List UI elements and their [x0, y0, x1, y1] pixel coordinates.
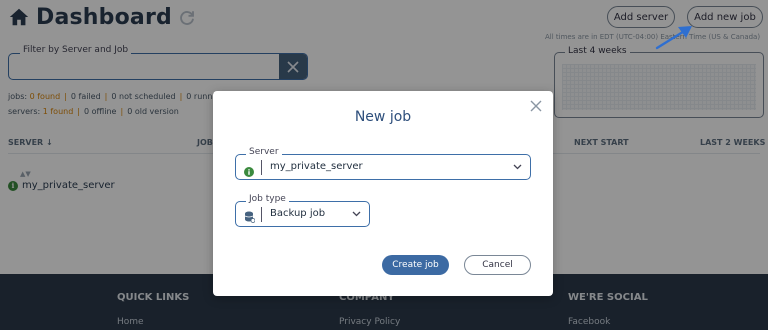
server-select-value: my_private_server	[270, 161, 363, 172]
close-icon[interactable]	[529, 99, 543, 113]
select-divider	[261, 160, 262, 175]
server-legend: Server	[246, 147, 282, 157]
chevron-down-icon	[352, 211, 361, 217]
annotation-arrow-icon	[655, 26, 692, 50]
job-type-legend: Job type	[246, 194, 289, 204]
dialog-title: New job	[354, 109, 412, 125]
server-select[interactable]: my_private_server	[235, 154, 531, 180]
job-type-select-value: Backup job	[270, 208, 326, 219]
new-job-dialog: New job my_private_server Server Backup …	[213, 91, 553, 296]
info-icon	[244, 162, 254, 181]
database-icon	[244, 208, 256, 227]
job-type-select[interactable]: Backup job	[235, 201, 370, 227]
cancel-button[interactable]: Cancel	[464, 255, 531, 275]
select-divider	[261, 207, 262, 222]
chevron-down-icon	[513, 164, 522, 170]
dashboard-page: Dashboard Add server Add new job All tim…	[0, 0, 768, 330]
create-job-button[interactable]: Create job	[382, 255, 449, 275]
